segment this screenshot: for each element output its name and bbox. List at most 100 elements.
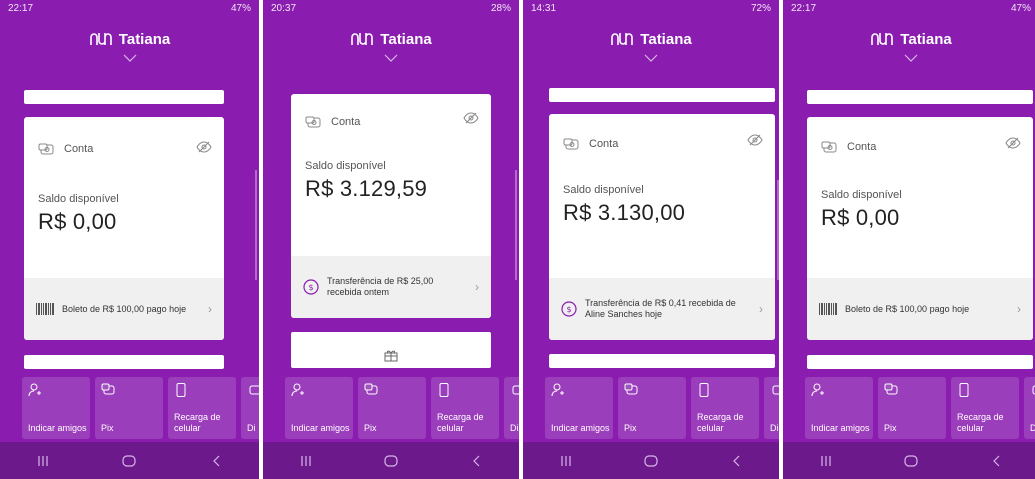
shortcut-di[interactable]: Di <box>504 377 519 439</box>
home-icon[interactable] <box>382 453 400 469</box>
transaction-text: Transferência de R$ 25,00 recebida ontem <box>327 276 434 297</box>
android-nav-bar <box>783 442 1035 479</box>
phone-icon <box>959 383 969 397</box>
shortcut-label: Pix <box>101 422 114 433</box>
transaction-text: Boleto de R$ 100,00 pago hoje <box>62 303 187 314</box>
android-nav-bar <box>0 442 259 479</box>
svg-text:$: $ <box>308 283 313 292</box>
shortcut-label: Recarga de celular <box>697 412 744 433</box>
shortcut-indicar-amigos[interactable]: Indicar amigos <box>805 377 873 439</box>
last-transaction[interactable]: $ Transferência de R$ 0,41 recebida de A… <box>549 278 775 340</box>
money-icon <box>305 116 321 128</box>
home-icon[interactable] <box>120 453 138 469</box>
hide-balance-icon[interactable] <box>463 112 479 124</box>
recent-apps-icon[interactable] <box>557 453 575 469</box>
shortcut-pix[interactable]: Pix <box>95 377 163 439</box>
shortcut-recarga[interactable]: Recarga de celular <box>168 377 236 439</box>
chevron-right-icon: › <box>1017 302 1021 316</box>
home-icon[interactable] <box>642 453 660 469</box>
shortcut-label: Indicar amigos <box>28 422 87 433</box>
back-icon[interactable] <box>987 453 1005 469</box>
card-peek-bottom <box>807 355 1033 369</box>
shortcut-indicar-amigos[interactable]: Indicar amigos <box>22 377 90 439</box>
rewards-card-peek[interactable] <box>291 332 491 368</box>
phone-screen-3: 14:31 72% Tatiana Conta Saldo disponível… <box>523 0 779 479</box>
chevron-down-icon[interactable] <box>904 54 918 62</box>
nubank-logo-icon <box>89 33 112 45</box>
chevron-down-icon[interactable] <box>384 54 398 62</box>
shortcut-label: Recarga de celular <box>437 412 484 433</box>
phone-screen-4: 22:17 47% Tatiana Conta Saldo disponível… <box>783 0 1035 479</box>
account-card[interactable]: Conta Saldo disponível R$ 0,00 Boleto de… <box>807 117 1033 340</box>
card-peek-top <box>807 90 1033 104</box>
recent-apps-icon[interactable] <box>34 453 52 469</box>
chevron-down-icon[interactable] <box>644 54 658 62</box>
balance-value: R$ 3.130,00 <box>563 200 686 225</box>
shortcut-recarga[interactable]: Recarga de celular <box>431 377 499 439</box>
home-icon[interactable] <box>902 453 920 469</box>
shortcuts-row: Indicar amigos Pix Recarga de celular Di <box>523 377 779 439</box>
last-transaction[interactable]: Boleto de R$ 100,00 pago hoje › <box>24 278 224 340</box>
shortcut-di[interactable]: Di <box>241 377 259 439</box>
balance-label: Saldo disponível <box>563 184 644 196</box>
app-header[interactable]: Tatiana <box>263 16 519 76</box>
money-circle-icon: $ <box>561 301 577 317</box>
scrollbar[interactable] <box>777 180 779 280</box>
user-name: Tatiana <box>900 30 952 48</box>
last-transaction[interactable]: $ Transferência de R$ 25,00 recebida ont… <box>291 256 491 318</box>
account-label: Conta <box>847 141 877 153</box>
shortcut-label: Di <box>770 422 779 433</box>
shortcut-recarga[interactable]: Recarga de celular <box>691 377 759 439</box>
chevron-right-icon: › <box>759 302 763 316</box>
nubank-logo-icon <box>611 33 634 45</box>
account-card[interactable]: Conta Saldo disponível R$ 3.130,00 $ Tra… <box>549 114 775 340</box>
hide-balance-icon[interactable] <box>1005 137 1021 149</box>
status-time: 22:17 <box>791 2 817 14</box>
account-label: Conta <box>589 138 619 150</box>
status-time: 22:17 <box>8 2 34 14</box>
scrollbar[interactable] <box>515 170 517 280</box>
money-icon <box>563 138 579 150</box>
recent-apps-icon[interactable] <box>297 453 315 469</box>
shortcut-label: Recarga de celular <box>957 412 1004 433</box>
card-peek-top <box>24 90 224 104</box>
nubank-logo-icon <box>351 33 374 45</box>
hide-balance-icon[interactable] <box>196 141 212 153</box>
app-header[interactable]: Tatiana <box>523 16 779 76</box>
shortcut-label: Indicar amigos <box>551 422 610 433</box>
chevron-down-icon[interactable] <box>123 54 137 62</box>
back-icon[interactable] <box>207 453 225 469</box>
barcode-icon <box>36 303 54 315</box>
last-transaction[interactable]: Boleto de R$ 100,00 pago hoje › <box>807 278 1033 340</box>
phone-icon <box>699 383 709 397</box>
shortcut-pix[interactable]: Pix <box>358 377 426 439</box>
shortcut-pix[interactable]: Pix <box>618 377 686 439</box>
app-header[interactable]: Tatiana <box>783 16 1035 76</box>
app-header[interactable]: Tatiana <box>0 16 259 76</box>
add-person-icon <box>28 383 41 397</box>
account-card[interactable]: Conta Saldo disponível R$ 0,00 Boleto de… <box>24 117 224 340</box>
account-card[interactable]: Conta Saldo disponível R$ 3.129,59 $ Tra… <box>291 94 491 318</box>
hide-balance-icon[interactable] <box>747 134 763 146</box>
status-battery: 28% <box>490 2 511 14</box>
recent-apps-icon[interactable] <box>817 453 835 469</box>
shortcut-label: Di <box>247 422 256 433</box>
phone-screen-2: 20:37 28% Tatiana Conta Saldo disponível… <box>263 0 519 479</box>
shortcuts-row: Indicar amigos Pix Recarga de celular Di <box>263 377 519 439</box>
scrollbar[interactable] <box>255 170 257 280</box>
card-peek-bottom <box>549 354 775 368</box>
add-person-icon <box>551 383 564 397</box>
shortcut-recarga[interactable]: Recarga de celular <box>951 377 1019 439</box>
account-label: Conta <box>331 116 361 128</box>
shortcut-indicar-amigos[interactable]: Indicar amigos <box>545 377 613 439</box>
back-icon[interactable] <box>727 453 745 469</box>
shortcut-indicar-amigos[interactable]: Indicar amigos <box>285 377 353 439</box>
money-icon <box>821 141 837 153</box>
shortcut-pix[interactable]: Pix <box>878 377 946 439</box>
shortcut-label: Di <box>1030 422 1035 433</box>
back-icon[interactable] <box>467 453 485 469</box>
shortcut-di[interactable]: Di <box>1024 377 1035 439</box>
pix-money-icon <box>364 383 378 395</box>
shortcuts-row: Indicar amigos Pix Recarga de celular Di <box>0 377 259 439</box>
shortcut-di[interactable]: Di <box>764 377 779 439</box>
